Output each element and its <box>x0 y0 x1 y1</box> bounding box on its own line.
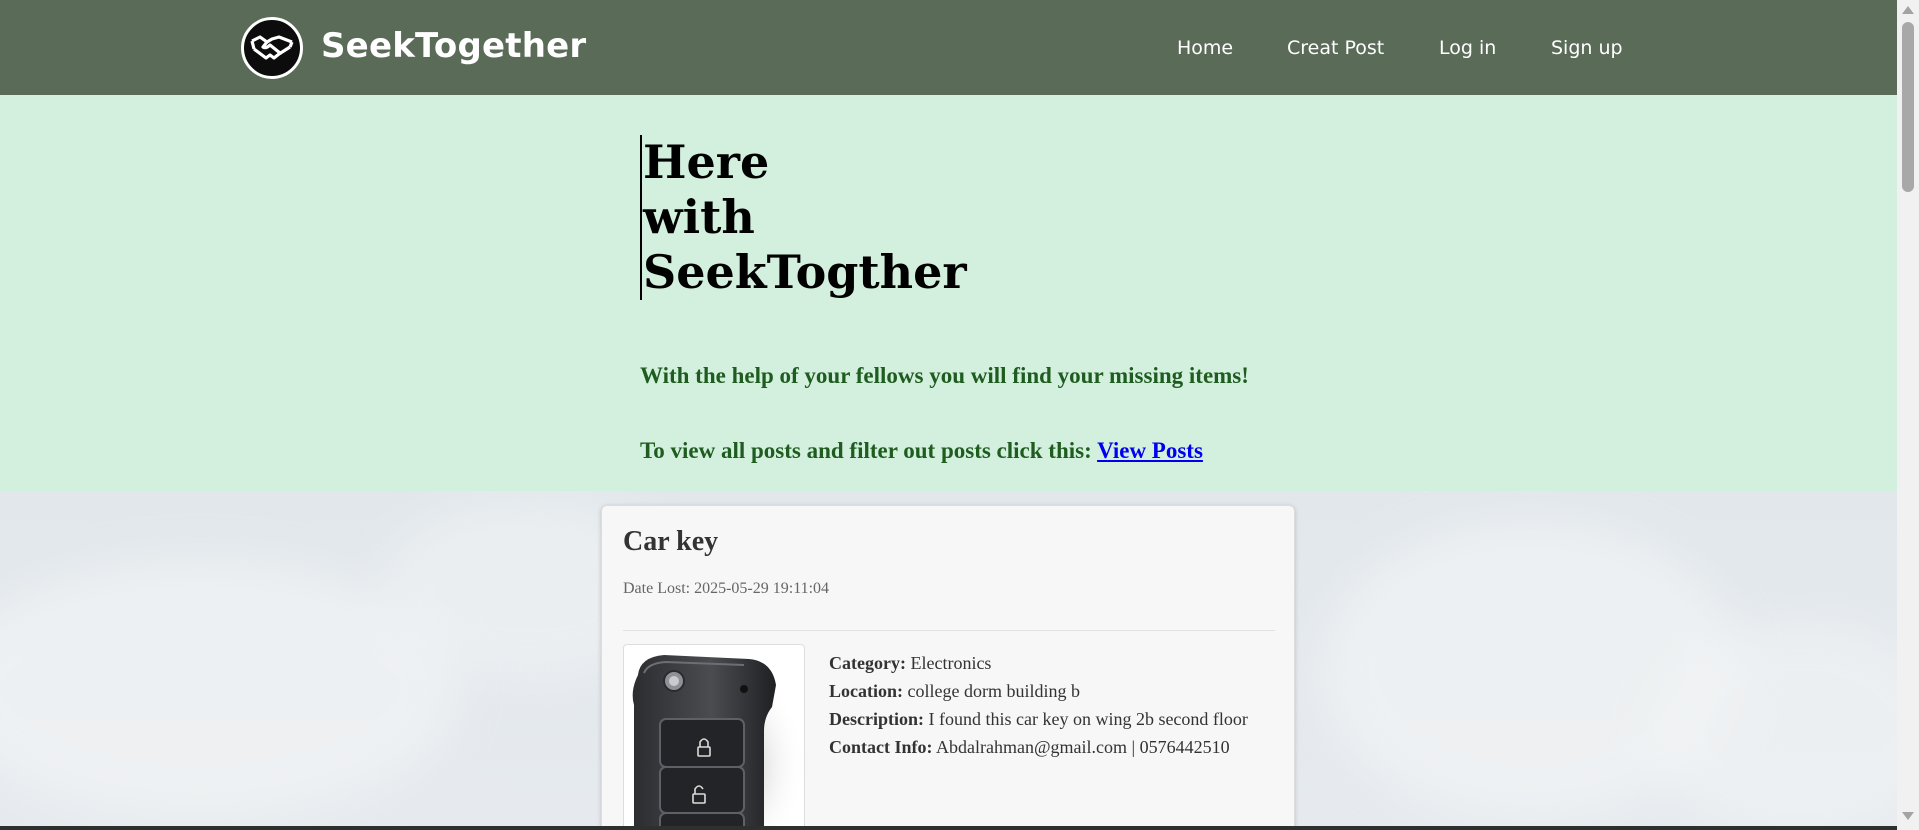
detail-label: Contact Info: <box>829 737 933 757</box>
detail-value: Electronics <box>910 653 992 673</box>
post-details: Category: Electronics Location: college … <box>829 649 1248 761</box>
detail-label: Description: <box>829 709 924 729</box>
hero-title-line: SeekTogther <box>643 245 967 299</box>
hero-section: Here with SeekTogther With the help of y… <box>0 95 1897 491</box>
card-divider <box>623 630 1275 631</box>
hero-subtitle: With the help of your fellows you will f… <box>640 363 1249 388</box>
car-key-icon <box>632 655 804 826</box>
detail-contact: Contact Info: Abdalrahman@gmail.com | 05… <box>829 733 1248 761</box>
post-title: Car key <box>623 526 719 557</box>
detail-description: Description: I found this car key on win… <box>829 705 1248 733</box>
detail-category: Category: Electronics <box>829 649 1248 677</box>
hero-title-line: with <box>643 190 755 244</box>
detail-location: Location: college dorm building b <box>829 677 1248 705</box>
nav-home-link[interactable]: Home <box>1177 37 1233 59</box>
logo[interactable] <box>241 17 303 79</box>
page-viewport: SeekTogether Home Creat Post Log in Sign… <box>0 0 1897 826</box>
detail-value: Abdalrahman@gmail.com | 0576442510 <box>936 737 1230 757</box>
scroll-up-icon[interactable] <box>1902 6 1914 14</box>
view-posts-link[interactable]: View Posts <box>1097 438 1203 463</box>
view-posts-prompt: To view all posts and filter out posts c… <box>640 438 1203 464</box>
nav-create-post-link[interactable]: Creat Post <box>1287 37 1384 59</box>
detail-label: Category: <box>829 653 906 673</box>
detail-label: Location: <box>829 681 903 701</box>
post-date-label: Date Lost: <box>623 580 691 597</box>
post-image[interactable] <box>623 644 805 826</box>
brand-name[interactable]: SeekTogether <box>321 26 586 66</box>
hero-title: Here with SeekTogther <box>640 135 967 300</box>
nav-signup-link[interactable]: Sign up <box>1551 37 1623 59</box>
scroll-thumb[interactable] <box>1902 22 1914 192</box>
navbar: SeekTogether Home Creat Post Log in Sign… <box>0 0 1897 95</box>
post-date-value: 2025-05-29 19:11:04 <box>694 580 830 597</box>
handshake-icon <box>250 35 294 60</box>
nav-login-link[interactable]: Log in <box>1439 37 1496 59</box>
scroll-down-icon[interactable] <box>1902 812 1914 820</box>
vertical-scrollbar[interactable] <box>1897 0 1919 830</box>
hero-title-line: Here <box>643 135 770 189</box>
view-posts-text: To view all posts and filter out posts c… <box>640 438 1092 463</box>
post-date: Date Lost: 2025-05-29 19:11:04 <box>623 580 829 598</box>
detail-value: I found this car key on wing 2b second f… <box>928 709 1248 729</box>
detail-value: college dorm building b <box>907 681 1080 701</box>
post-card[interactable]: Car key Date Lost: 2025-05-29 19:11:04 C… <box>601 505 1295 826</box>
